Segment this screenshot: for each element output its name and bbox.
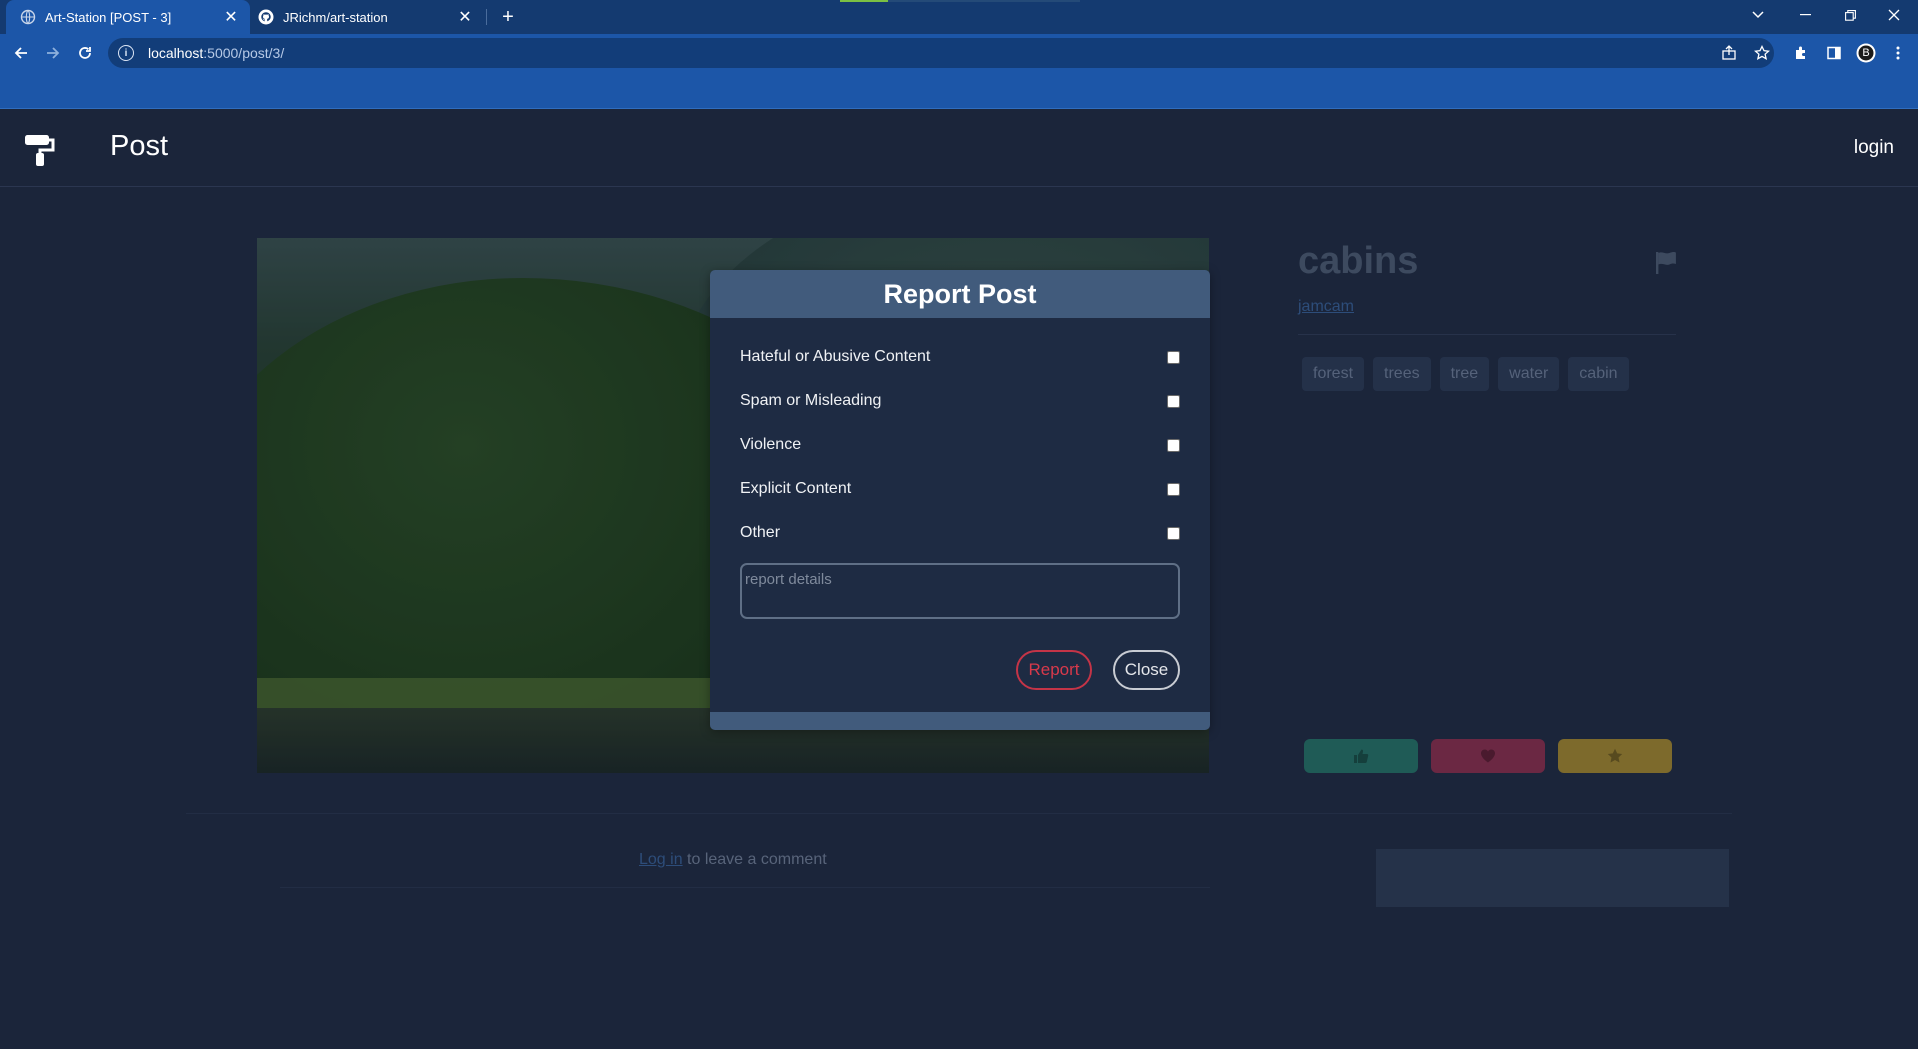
post-title: cabins [1298,240,1419,282]
site-header: Post login [0,110,1918,187]
star-icon [1607,748,1623,763]
tab-title: Art-Station [POST - 3] [45,9,172,25]
login-link[interactable]: login [1854,137,1894,159]
url-host: localhost [148,45,204,61]
report-details-input[interactable] [740,563,1180,619]
report-option-checkbox[interactable] [1167,350,1180,364]
favorite-button[interactable] [1558,739,1672,773]
heart-icon [1481,749,1495,763]
like-button[interactable] [1304,739,1418,773]
url-path: :5000/post/3/ [203,45,285,61]
thumbs-up-icon [1354,749,1369,763]
bookmarks-bar [0,72,1918,109]
report-modal: Report Post Hateful or Abusive Content S… [710,270,1210,730]
close-window-icon[interactable] [1872,0,1916,30]
tag[interactable]: tree [1439,357,1490,391]
minimize-icon[interactable] [1783,0,1827,30]
modal-title: Report Post [883,278,1037,309]
extensions-icon[interactable] [1790,42,1812,64]
author-link[interactable]: jamcam [1298,298,1354,316]
comment-divider [280,887,1210,888]
browser-tab-strip: Art-Station [POST - 3] ✕ JRichm/art-stat… [0,0,1918,34]
report-option[interactable]: Explicit Content [740,478,1180,500]
report-option[interactable]: Violence [740,434,1180,456]
side-panel-icon[interactable] [1823,42,1845,64]
page-load-indicator [840,0,1080,2]
report-option-checkbox[interactable] [1167,526,1180,540]
report-option[interactable]: Other [740,522,1180,544]
close-button[interactable]: Close [1113,650,1180,690]
restore-icon[interactable] [1828,0,1872,30]
github-icon [258,9,274,25]
divider [1298,334,1676,335]
tab-title: JRichm/art-station [283,9,388,25]
report-option[interactable]: Spam or Misleading [740,390,1180,412]
browser-tab[interactable]: JRichm/art-station ✕ [252,0,484,34]
comment-login-prompt: Log in to leave a comment [639,851,827,869]
profile-avatar[interactable]: B [1855,42,1877,64]
section-divider [186,813,1732,814]
address-bar[interactable]: i localhost:5000/post/3/ [108,38,1774,68]
share-icon[interactable] [1718,42,1740,64]
report-option-label: Violence [740,436,802,453]
love-button[interactable] [1431,739,1545,773]
page-title: Post [110,130,169,162]
tag[interactable]: trees [1373,357,1431,391]
profile-initial: B [1862,47,1870,59]
tag-list: forest trees tree water cabin [1302,357,1629,391]
tab-close-icon[interactable]: ✕ [456,8,474,26]
report-option-checkbox[interactable] [1167,482,1180,496]
browser-tab-active[interactable]: Art-Station [POST - 3] ✕ [6,0,250,34]
tag[interactable]: cabin [1568,357,1629,391]
tag[interactable]: water [1498,357,1560,391]
comment-prompt-text: to leave a comment [682,851,827,868]
report-option-label: Spam or Misleading [740,392,882,409]
report-option-checkbox[interactable] [1167,394,1180,408]
new-tab-icon[interactable]: + [496,5,520,29]
report-option-checkbox[interactable] [1167,438,1180,452]
report-option-label: Hateful or Abusive Content [740,348,931,365]
paint-roller-icon[interactable] [24,133,56,167]
browser-toolbar: i localhost:5000/post/3/ B [0,34,1918,72]
tab-divider [486,9,487,25]
flag-icon[interactable] [1654,250,1680,276]
tab-close-icon[interactable]: ✕ [222,8,240,26]
back-icon[interactable] [8,40,34,66]
report-option-label: Other [740,524,781,541]
globe-icon [20,9,36,25]
comment-login-link[interactable]: Log in [639,851,683,868]
site-info-icon[interactable]: i [118,45,134,61]
report-button[interactable]: Report [1016,650,1092,690]
report-option-label: Explicit Content [740,480,852,497]
menu-icon[interactable] [1887,42,1909,64]
sidebar-panel [1376,849,1729,907]
reload-icon[interactable] [72,40,98,66]
modal-footer [710,712,1210,730]
forward-icon[interactable] [40,40,66,66]
bookmark-star-icon[interactable] [1751,42,1773,64]
modal-header: Report Post [710,270,1210,318]
tab-search-icon[interactable] [1736,0,1780,30]
report-option[interactable]: Hateful or Abusive Content [740,346,1180,368]
tag[interactable]: forest [1302,357,1365,391]
